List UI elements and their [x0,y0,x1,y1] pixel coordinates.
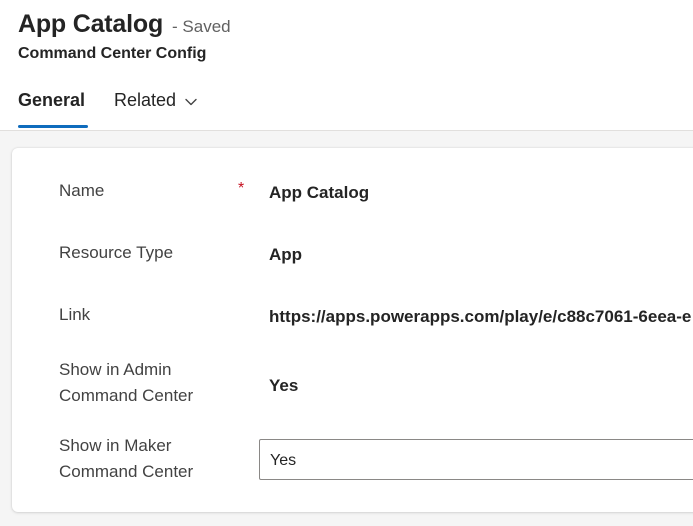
field-value-link[interactable]: https://apps.powerapps.com/play/e/c88c70… [269,307,691,327]
field-label-show-in-admin-line1: Show in Admin [59,360,172,379]
field-value-show-in-admin[interactable]: Yes [269,376,298,396]
entity-subtitle: Command Center Config [18,45,207,62]
field-label-link: Link [59,305,91,324]
field-label-show-in-maker-line1: Show in Maker [59,436,172,455]
title-row: App Catalog - Saved [18,10,231,39]
chevron-down-icon [184,93,198,107]
field-label-resource-type: Resource Type [59,243,174,262]
field-label-show-in-admin-line2: Command Center [59,386,194,405]
required-indicator: * [238,180,245,197]
show-in-maker-selected-value: Yes [270,452,297,469]
tab-related[interactable]: Related [114,90,198,111]
save-status: - Saved [172,17,231,36]
field-label-name: Name [59,181,105,200]
field-value-name[interactable]: App Catalog [269,183,369,203]
tab-general[interactable]: General [18,90,85,111]
form-header: App Catalog - Saved Command Center Confi… [0,0,693,131]
tab-related-label: Related [114,90,177,110]
field-value-resource-type[interactable]: App [269,245,302,265]
active-tab-indicator [18,125,88,128]
show-in-maker-select[interactable]: Yes [259,439,693,480]
page-title: App Catalog [18,10,164,38]
field-label-show-in-maker-line2: Command Center [59,462,194,481]
tab-general-label: General [18,90,86,110]
